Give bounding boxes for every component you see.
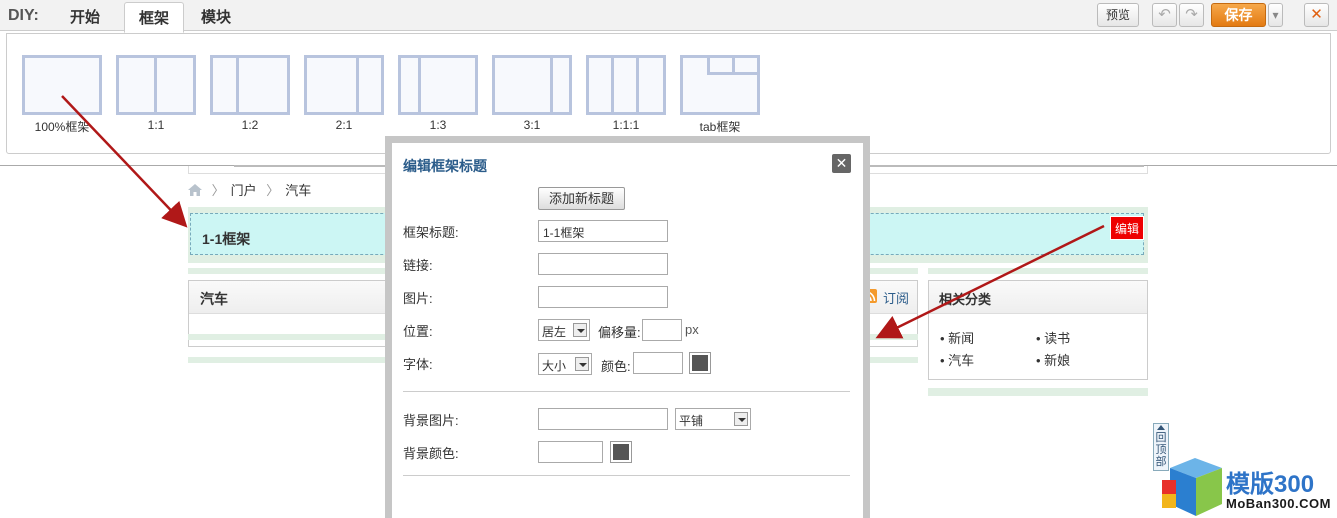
edit-frame-button[interactable]: 编辑	[1110, 216, 1144, 240]
frame-title-label: 框架标题:	[403, 225, 459, 240]
save-button[interactable]: 保存	[1211, 3, 1266, 27]
bg-repeat-select[interactable]: 平铺	[675, 408, 751, 430]
breadcrumb-car[interactable]: 汽车	[285, 183, 311, 198]
frame-title: 1-1框架	[202, 231, 251, 247]
offset-unit: px	[685, 322, 699, 337]
right-col-bottom-bar	[928, 388, 1148, 396]
preview-button[interactable]: 预览	[1097, 3, 1139, 27]
up-arrow-icon	[1157, 425, 1165, 430]
cube-logo-icon	[1162, 458, 1222, 516]
add-new-title-button[interactable]: 添加新标题	[538, 187, 625, 210]
category-item[interactable]: • 新闻	[940, 328, 974, 347]
frame-1-3-icon[interactable]	[398, 55, 478, 115]
bg-color-label: 背景颜色:	[403, 446, 459, 461]
subscribe-link[interactable]: 订阅	[883, 288, 909, 307]
bg-color-picker-icon[interactable]	[610, 441, 632, 463]
logo-brand-text: 模版300	[1226, 471, 1315, 498]
frame-1-2-icon[interactable]	[210, 55, 290, 115]
link-input[interactable]	[538, 253, 668, 275]
frame-label-2-1: 2:1	[335, 118, 353, 132]
font-size-select[interactable]: 大小	[538, 353, 592, 375]
diy-label: DIY:	[8, 7, 39, 24]
frame-title-input[interactable]: 1-1框架	[538, 220, 668, 242]
frame-3-1-icon[interactable]	[492, 55, 572, 115]
frame-1-1-icon[interactable]	[116, 55, 196, 115]
dialog-divider	[403, 391, 850, 392]
frame-2-1-icon[interactable]	[304, 55, 384, 115]
save-dropdown-icon[interactable]: ▾	[1268, 3, 1283, 27]
frame-label-1-2: 1:2	[241, 118, 259, 132]
offset-input[interactable]	[642, 319, 682, 341]
position-label: 位置:	[403, 324, 433, 339]
tab-module[interactable]: 模块	[187, 2, 245, 32]
font-color-picker-icon[interactable]	[689, 352, 711, 374]
breadcrumb-portal[interactable]: 门户	[231, 183, 257, 198]
home-icon[interactable]	[188, 184, 202, 196]
chevron-down-icon	[734, 412, 748, 426]
undo-icon[interactable]: ↶	[1152, 3, 1177, 27]
font-color-input[interactable]	[633, 352, 683, 374]
image-label: 图片:	[403, 291, 433, 306]
offset-label: 偏移量:	[598, 325, 641, 340]
frame-label-1-1: 1:1	[147, 118, 165, 132]
bg-image-input[interactable]	[538, 408, 668, 430]
category-item[interactable]: • 读书	[1036, 328, 1070, 347]
frame-100-icon[interactable]	[22, 55, 102, 115]
redo-icon[interactable]: ↷	[1179, 3, 1204, 27]
category-item[interactable]: • 新娘	[1036, 350, 1070, 369]
left-module-title: 汽车	[200, 291, 228, 307]
color-label: 颜色:	[601, 359, 631, 374]
tab-frame[interactable]: 框架	[124, 2, 185, 33]
dialog-close-icon[interactable]: ✕	[832, 154, 851, 173]
dialog-divider	[403, 475, 850, 476]
image-input[interactable]	[538, 286, 668, 308]
frame-tab-icon[interactable]	[680, 55, 760, 115]
chevron-down-icon	[575, 357, 589, 371]
bg-image-label: 背景图片:	[403, 413, 459, 428]
logo-domain-text: MoBan300.COM	[1226, 496, 1331, 511]
close-diy-icon[interactable]: ✕	[1304, 3, 1329, 27]
font-label: 字体:	[403, 357, 433, 372]
tab-start[interactable]: 开始	[56, 2, 114, 32]
frame-label-1-1-1: 1:1:1	[612, 118, 640, 132]
frame-label-1-3: 1:3	[429, 118, 447, 132]
frame-label-3-1: 3:1	[523, 118, 541, 132]
frame-label-tab: tab框架	[699, 120, 741, 134]
right-col-divider	[928, 268, 1148, 274]
font-size-select-value: 大小	[542, 359, 567, 373]
frame-label-100: 100%框架	[34, 120, 90, 134]
bg-color-input[interactable]	[538, 441, 603, 463]
breadcrumb: 〉门户 〉汽车	[188, 180, 311, 199]
position-select[interactable]: 居左	[538, 319, 590, 341]
category-item[interactable]: • 汽车	[940, 350, 974, 369]
position-select-value: 居左	[542, 325, 567, 339]
frame-1-1-1-icon[interactable]	[586, 55, 666, 115]
right-module-title: 相关分类	[939, 292, 992, 307]
bg-repeat-select-value: 平铺	[679, 414, 704, 428]
dialog-title: 编辑框架标题	[403, 158, 487, 174]
site-logo: 模版300 MoBan300.COM	[1160, 456, 1337, 518]
link-label: 链接:	[403, 258, 433, 273]
chevron-down-icon	[573, 323, 587, 337]
